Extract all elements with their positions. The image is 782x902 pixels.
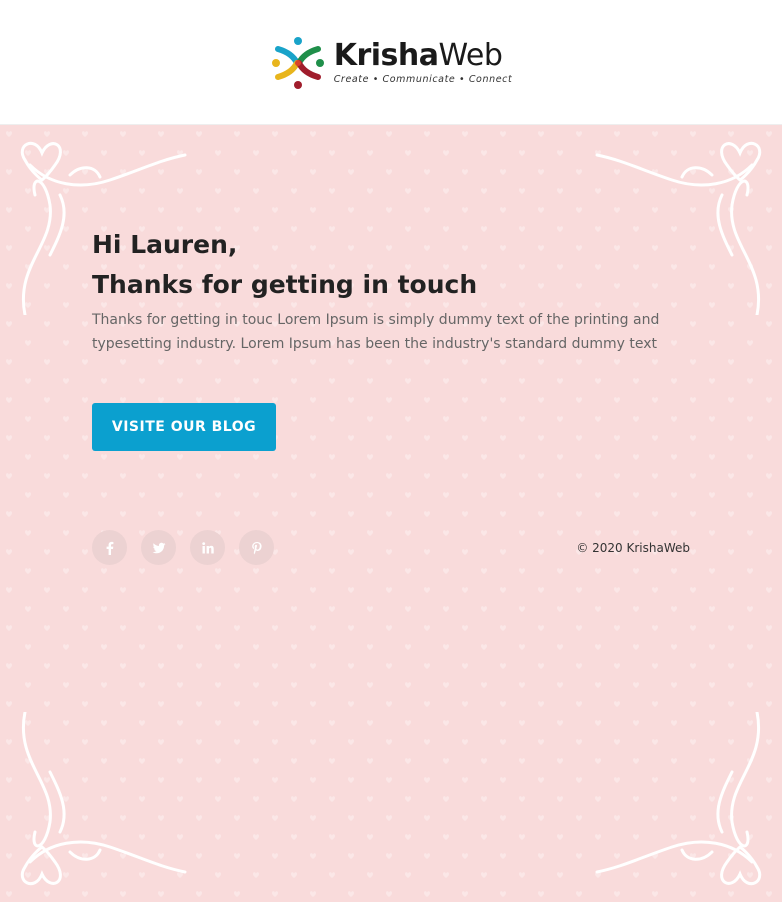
greeting-heading: Hi Lauren, Thanks for getting in touch [92,225,477,305]
corner-ornament-top-right [595,141,762,315]
pinterest-icon [251,541,262,554]
email-header: KrishaWeb Create • Communicate • Connect [0,0,782,125]
logo-word-light: Web [438,38,503,74]
linkedin-icon [201,541,214,553]
facebook-link[interactable] [92,530,127,565]
linkedin-link[interactable] [190,530,225,565]
krishaweb-logo[interactable]: KrishaWeb Create • Communicate • Connect [270,35,513,91]
twitter-icon [152,542,165,553]
twitter-link[interactable] [141,530,176,565]
email-body: Hi Lauren, Thanks for getting in touch T… [0,125,782,902]
visit-blog-button[interactable]: VISITE OUR BLOG [92,403,276,451]
corner-ornament-bottom-left [20,712,187,886]
logo-word-bold: Krisha [333,38,439,74]
greeting-line-2: Thanks for getting in touch [92,270,478,299]
logo-tagline: Create • Communicate • Connect [333,74,513,86]
corner-ornament-bottom-right [595,712,762,886]
pinterest-link[interactable] [239,530,274,565]
body-paragraph: Thanks for getting in touc Lorem Ipsum i… [92,312,660,352]
copyright-text: © 2020 KrishaWeb [576,541,690,555]
facebook-icon [106,541,113,555]
social-links [92,530,274,565]
greeting-line-1: Hi Lauren, [92,230,238,259]
krishaweb-logo-icon [271,37,324,89]
